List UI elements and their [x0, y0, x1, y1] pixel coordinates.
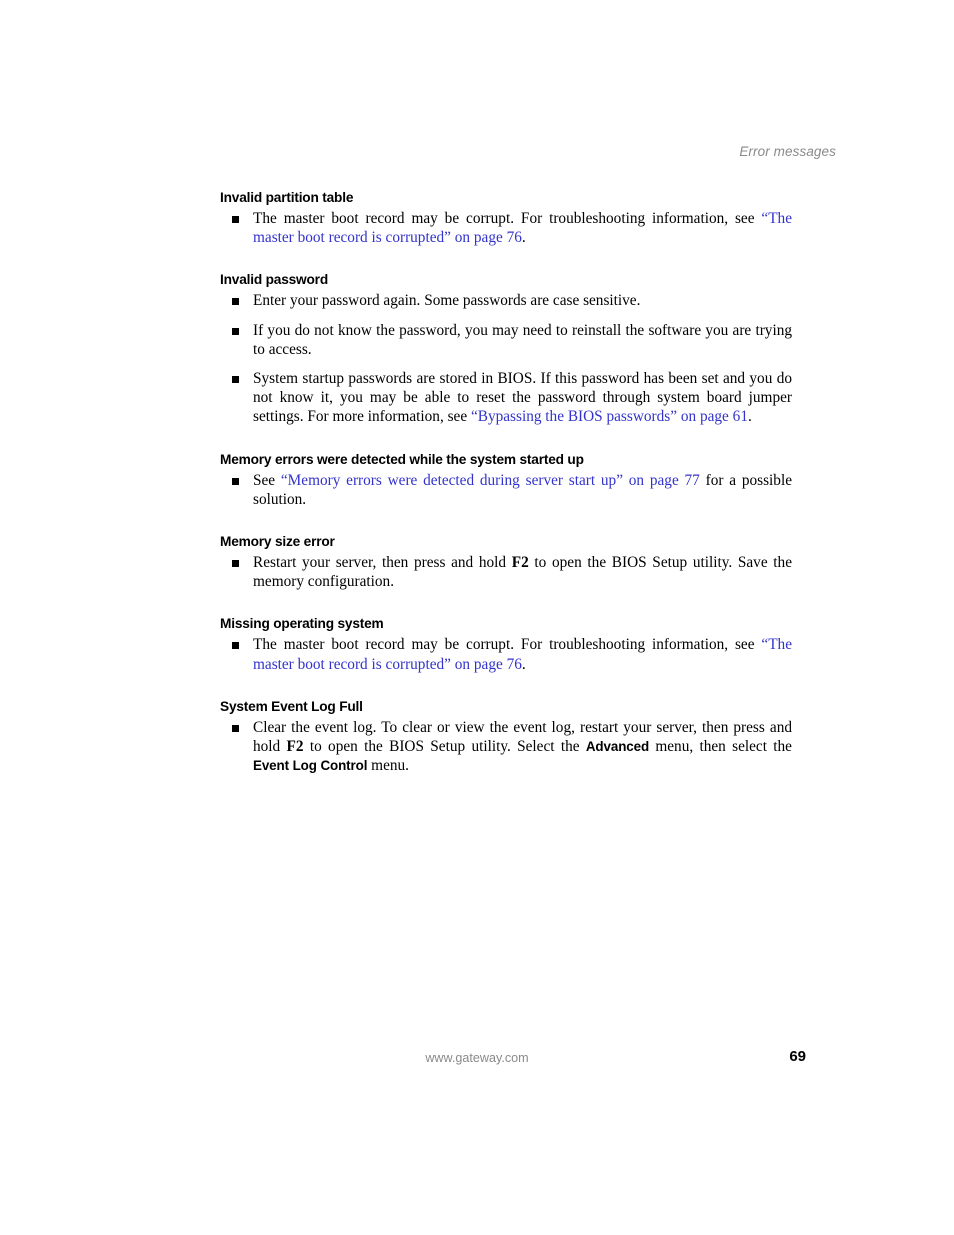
- section-heading: System Event Log Full: [220, 698, 363, 715]
- ui-term: Advanced: [585, 739, 650, 755]
- square-bullet-icon: [232, 560, 239, 568]
- section-heading: Memory errors were detected while the sy…: [220, 451, 584, 468]
- key-label: F2: [286, 738, 304, 756]
- square-bullet-icon: [232, 216, 239, 223]
- section-memory-errors-detected: Memory errors were detected while the sy…: [220, 452, 792, 509]
- bullet-list: The master boot record may be corrupt. F…: [220, 209, 792, 247]
- bullet-item: Restart your server, then press and hold…: [220, 553, 792, 591]
- bullet-item: If you do not know the password, you may…: [220, 321, 792, 359]
- square-bullet-icon: [232, 376, 239, 384]
- bullet-list: Clear the event log. To clear or view th…: [220, 718, 792, 776]
- body-text: The master boot record may be corrupt. F…: [253, 636, 762, 654]
- square-bullet-icon: [232, 642, 239, 650]
- body-text: .: [747, 408, 752, 426]
- bullet-item: The master boot record may be corrupt. F…: [220, 209, 792, 247]
- section-heading: Memory size error: [220, 534, 335, 551]
- document-page: Error messages Invalid partition table Th…: [0, 0, 954, 1235]
- body-text: See: [253, 471, 281, 489]
- section-missing-operating-system: Missing operating system The master boot …: [220, 616, 792, 673]
- running-header: Error messages: [739, 144, 836, 159]
- square-bullet-icon: [232, 327, 239, 335]
- section-invalid-password: Invalid password Enter your password agai…: [220, 272, 792, 426]
- square-bullet-icon: [232, 477, 239, 485]
- body-text: If you do not know the password, you may…: [253, 321, 792, 358]
- body-text: menu.: [367, 757, 409, 775]
- page-content: Invalid partition table The master boot r…: [220, 190, 792, 775]
- section-heading: Invalid partition table: [220, 190, 354, 206]
- bullet-item: Clear the event log. To clear or view th…: [220, 718, 792, 776]
- bullet-list: The master boot record may be corrupt. F…: [220, 635, 792, 673]
- body-text: .: [521, 655, 526, 673]
- body-text: The master boot record may be corrupt. F…: [253, 210, 762, 227]
- section-system-event-log-full: System Event Log Full Clear the event log…: [220, 699, 792, 776]
- cross-reference-link[interactable]: “Memory errors were detected during serv…: [281, 472, 700, 489]
- cross-reference-link[interactable]: “Bypassing the BIOS passwords” on page 6…: [471, 408, 748, 425]
- ui-term: Event Log Control: [253, 758, 368, 774]
- body-text: menu, then select the: [649, 738, 792, 756]
- body-text: Restart your server, then press and hold: [253, 554, 512, 572]
- bullet-item: See “Memory errors were detected during …: [220, 471, 792, 509]
- bullet-list: See “Memory errors were detected during …: [220, 471, 792, 509]
- square-bullet-icon: [232, 298, 239, 306]
- section-memory-size-error: Memory size error Restart your server, th…: [220, 534, 792, 591]
- bullet-list: Restart your server, then press and hold…: [220, 553, 792, 591]
- bullet-item: The master boot record may be corrupt. F…: [220, 635, 792, 673]
- square-bullet-icon: [232, 724, 239, 732]
- bullet-item: System startup passwords are stored in B…: [220, 369, 792, 427]
- footer-page-number: 69: [789, 1048, 806, 1065]
- section-heading: Missing operating system: [220, 616, 384, 633]
- key-label: F2: [511, 554, 529, 572]
- footer-website: www.gateway.com: [425, 1051, 529, 1065]
- body-text: to open the BIOS Setup utility. Select t…: [303, 738, 586, 756]
- body-text: .: [521, 229, 526, 247]
- section-invalid-partition-table: Invalid partition table The master boot r…: [220, 190, 792, 247]
- bullet-list: Enter your password again. Some password…: [220, 291, 792, 426]
- bullet-item: Enter your password again. Some password…: [220, 291, 792, 310]
- body-text: Enter your password again. Some password…: [253, 292, 641, 310]
- section-heading: Invalid password: [220, 272, 329, 289]
